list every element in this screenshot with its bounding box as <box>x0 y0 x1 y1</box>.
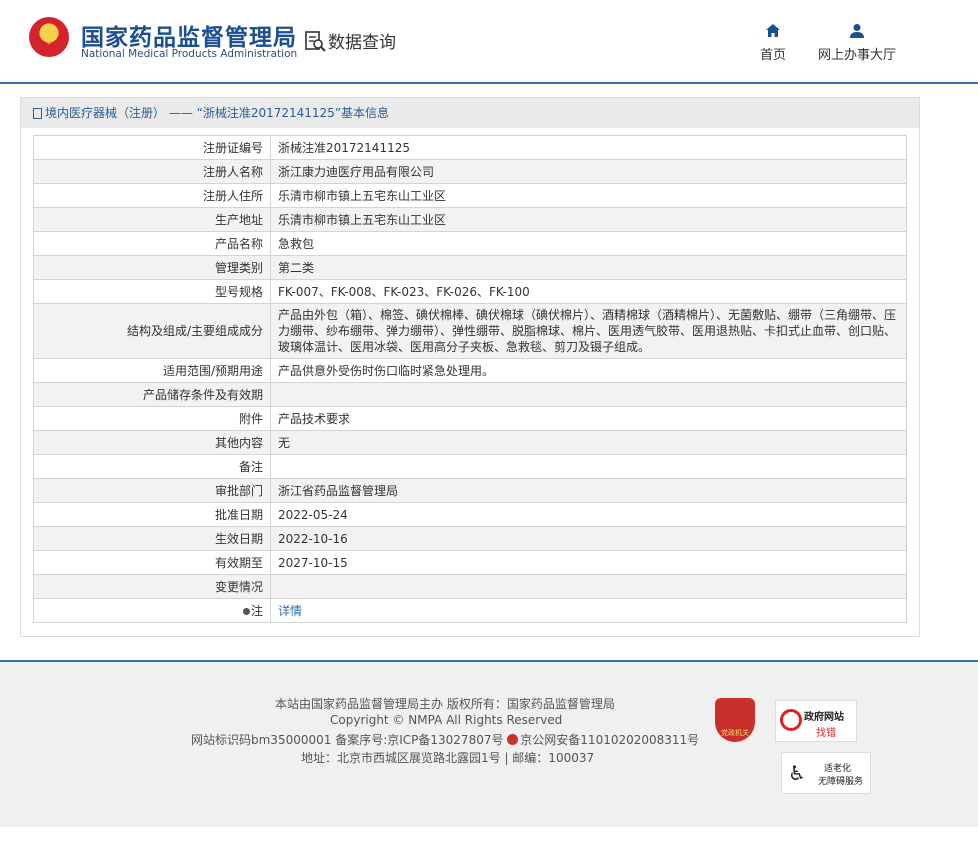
elder-badge-title: 适老化 <box>824 764 852 774</box>
row-key: 变更情况 <box>33 574 271 599</box>
row-key: 适用范围/预期用途 <box>33 358 271 383</box>
row-key: 批准日期 <box>33 502 271 527</box>
table-row: 批准日期 2022-05-24 <box>33 502 907 527</box>
row-key: 注册证编号 <box>33 135 271 160</box>
nav-online-office[interactable]: 网上办事大厅 <box>818 22 896 63</box>
gov-site-error-badge[interactable]: 政府网站 找错 <box>775 700 857 742</box>
panel-heading-text: 境内医疗器械（注册） —— “浙械注准20172141125”基本信息 <box>45 106 390 120</box>
row-key: 生产地址 <box>33 207 271 232</box>
row-key: 产品储存条件及有效期 <box>33 382 271 407</box>
table-row: 产品储存条件及有效期 <box>33 382 907 407</box>
footer-copyright: Copyright © NMPA All Rights Reserved <box>330 713 563 727</box>
table-row: 生效日期 2022-10-16 <box>33 526 907 551</box>
row-value: 浙械注准20172141125 <box>270 135 907 160</box>
row-value: 产品技术要求 <box>270 406 907 431</box>
row-value: 急救包 <box>270 231 907 256</box>
table-row: 注 详情 <box>33 598 907 623</box>
document-icon <box>33 108 42 119</box>
row-key: 结构及组成/主要组成成分 <box>33 303 271 359</box>
nav-home-label: 首页 <box>760 48 787 63</box>
row-value: 乐清市柳市镇上五宅东山工业区 <box>270 183 907 208</box>
magnifier-icon <box>780 709 802 731</box>
row-key: 注册人住所 <box>33 183 271 208</box>
row-value: 产品由外包（箱）、棉签、碘伏棉棒、碘伏棉球（碘伏棉片）、酒精棉球（酒精棉片）、无… <box>270 303 907 359</box>
table-row: 型号规格 FK-007、FK-008、FK-023、FK-026、FK-100 <box>33 279 907 304</box>
row-key: 管理类别 <box>33 255 271 280</box>
site-header: 国家药品监督管理局 National Medical Products Admi… <box>0 0 978 84</box>
row-value: 产品供意外受伤时伤口临时紧急处理用。 <box>270 358 907 383</box>
row-key: 型号规格 <box>33 279 271 304</box>
table-row: 有效期至 2027-10-15 <box>33 550 907 575</box>
table-row: 注册证编号 浙械注准20172141125 <box>33 135 907 160</box>
row-value: 详情 <box>270 598 907 623</box>
site-title[interactable]: 国家药品监督管理局 <box>81 18 297 52</box>
table-row: 适用范围/预期用途 产品供意外受伤时伤口临时紧急处理用。 <box>33 358 907 383</box>
site-title-en[interactable]: National Medical Products Administration <box>81 48 297 60</box>
nav-office-label: 网上办事大厅 <box>818 48 897 63</box>
footer-address: 地址：北京市西城区展览路北露园1号 | 邮编：100037 <box>301 751 595 765</box>
row-key: 注 <box>33 598 271 623</box>
table-row: 审批部门 浙江省药品监督管理局 <box>33 478 907 503</box>
wheelchair-icon: ♿ <box>788 761 806 785</box>
footer-icp-text[interactable]: 网站标识码bm35000001 备案序号:京ICP备13027807号 <box>191 733 507 747</box>
table-row: 变更情况 <box>33 574 907 599</box>
table-row: 注册人住所 乐清市柳市镇上五宅东山工业区 <box>33 183 907 208</box>
row-key: 备注 <box>33 454 271 479</box>
footer-sponsor: 本站由国家药品监督管理局主办 版权所有：国家药品监督管理局 <box>275 697 615 711</box>
footer-police-text[interactable]: 京公网安备11010202008311号 <box>520 733 699 747</box>
national-emblem-icon[interactable] <box>29 17 69 57</box>
row-value: 浙江康力迪医疗用品有限公司 <box>270 159 907 184</box>
elder-badge-sub: 无障碍服务 <box>818 777 864 787</box>
user-icon <box>850 24 864 38</box>
accessibility-badge[interactable]: ♿ 适老化 无障碍服务 <box>781 752 871 794</box>
home-icon <box>766 24 780 37</box>
table-row: 注册人名称 浙江康力迪医疗用品有限公司 <box>33 159 907 184</box>
row-value: 浙江省药品监督管理局 <box>270 478 907 503</box>
table-row: 附件 产品技术要求 <box>33 406 907 431</box>
nav-home[interactable]: 首页 <box>760 22 786 63</box>
detail-panel: 境内医疗器械（注册） —— “浙械注准20172141125”基本信息 注册证编… <box>20 97 920 637</box>
party-badge-text: 党政机关 <box>721 729 749 737</box>
row-value <box>270 382 907 407</box>
error-badge-sub: 找错 <box>816 728 836 739</box>
table-row: 产品名称 急救包 <box>33 231 907 256</box>
data-query-link[interactable]: 数据查询 <box>304 28 396 53</box>
row-key: 有效期至 <box>33 550 271 575</box>
party-organ-badge[interactable]: 党政机关 <box>715 698 755 742</box>
row-value: 第二类 <box>270 255 907 280</box>
panel-heading: 境内医疗器械（注册） —— “浙械注准20172141125”基本信息 <box>21 98 919 128</box>
note-icon <box>242 607 250 615</box>
row-value: 乐清市柳市镇上五宅东山工业区 <box>270 207 907 232</box>
row-value: 2027-10-15 <box>270 550 907 575</box>
row-key: 生效日期 <box>33 526 271 551</box>
row-key: 其他内容 <box>33 430 271 455</box>
row-value: 2022-10-16 <box>270 526 907 551</box>
table-row: 其他内容无 <box>33 430 907 455</box>
document-search-icon <box>305 30 326 52</box>
row-value: 无 <box>270 430 907 455</box>
site-footer: 本站由国家药品监督管理局主办 版权所有：国家药品监督管理局 Copyright … <box>0 660 978 827</box>
footer-icp: 网站标识码bm35000001 备案序号:京ICP备13027807号 京公网安… <box>191 731 699 748</box>
table-row: 生产地址 乐清市柳市镇上五宅东山工业区 <box>33 207 907 232</box>
note-key: 注 <box>250 603 263 618</box>
table-row: 备注 <box>33 454 907 479</box>
police-badge-icon <box>507 734 519 745</box>
row-value <box>270 574 907 599</box>
row-key: 注册人名称 <box>33 159 271 184</box>
row-key: 附件 <box>33 406 271 431</box>
row-value <box>270 454 907 479</box>
row-key: 审批部门 <box>33 478 271 503</box>
row-key: 产品名称 <box>33 231 271 256</box>
row-value: FK-007、FK-008、FK-023、FK-026、FK-100 <box>270 279 907 304</box>
info-table: 注册证编号 浙械注准20172141125 注册人名称 浙江康力迪医疗用品有限公司 注册… <box>33 135 907 623</box>
data-query-label: 数据查询 <box>328 33 396 53</box>
error-badge-title: 政府网站 <box>804 712 844 723</box>
row-value: 2022-05-24 <box>270 502 907 527</box>
table-row: 管理类别 第二类 <box>33 255 907 280</box>
table-row: 结构及组成/主要组成成分 产品由外包（箱）、棉签、碘伏棉棒、碘伏棉球（碘伏棉片）、… <box>33 303 907 359</box>
details-link[interactable]: 详情 <box>278 604 302 618</box>
